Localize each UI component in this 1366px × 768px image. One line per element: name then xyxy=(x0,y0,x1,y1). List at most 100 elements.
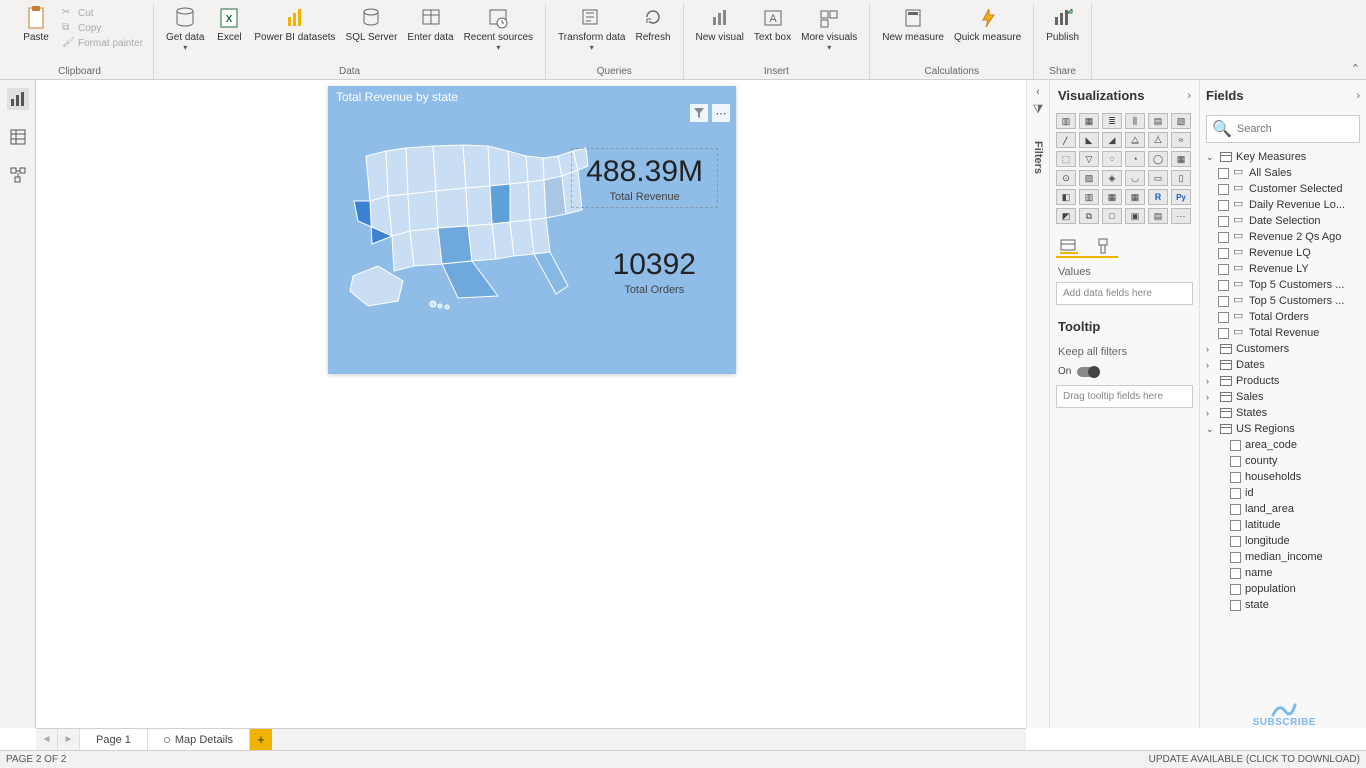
visual-more-icon[interactable]: ⋯ xyxy=(712,104,730,122)
format-painter-button[interactable]: 🖌Format painter xyxy=(60,36,145,50)
format-tab-icon[interactable] xyxy=(1096,238,1114,254)
field-revenue-ly[interactable]: ▭Revenue LY xyxy=(1204,261,1362,277)
cut-button[interactable]: ✂Cut xyxy=(60,6,145,20)
viz-more[interactable]: ⋯ xyxy=(1171,208,1191,224)
table-customers[interactable]: ›Customers xyxy=(1204,341,1362,357)
field-households[interactable]: households xyxy=(1204,469,1362,485)
checkbox[interactable] xyxy=(1218,184,1229,195)
field-total-orders[interactable]: ▭Total Orders xyxy=(1204,309,1362,325)
checkbox[interactable] xyxy=(1230,472,1241,483)
checkbox[interactable] xyxy=(1218,232,1229,243)
viz-table[interactable]: ▦ xyxy=(1102,189,1122,205)
recent-sources-button[interactable]: Recent sources▾ xyxy=(460,4,537,65)
table-states[interactable]: ›States xyxy=(1204,405,1362,421)
checkbox[interactable] xyxy=(1218,168,1229,179)
checkbox[interactable] xyxy=(1218,328,1229,339)
checkbox[interactable] xyxy=(1218,280,1229,291)
checkbox[interactable] xyxy=(1230,504,1241,515)
checkbox[interactable] xyxy=(1230,456,1241,467)
field-customer-selected[interactable]: ▭Customer Selected xyxy=(1204,181,1362,197)
add-page-button[interactable]: + xyxy=(250,729,272,750)
field-top-5-customers-[interactable]: ▭Top 5 Customers ... xyxy=(1204,277,1362,293)
viz-line-col2[interactable]: ⧊ xyxy=(1148,132,1168,148)
map-visual[interactable]: Total Revenue by state ⋯ xyxy=(328,86,736,374)
field-population[interactable]: population xyxy=(1204,581,1362,597)
viz-py[interactable]: Py xyxy=(1171,189,1191,205)
viz-treemap[interactable]: ▦ xyxy=(1171,151,1191,167)
prev-page-button[interactable]: ◄ xyxy=(36,729,58,750)
tooltip-well[interactable]: Drag tooltip fields here xyxy=(1056,385,1193,408)
viz-matrix[interactable]: ▦ xyxy=(1125,189,1145,205)
viz-area[interactable]: ◣ xyxy=(1079,132,1099,148)
viz-funnel[interactable]: ▽ xyxy=(1079,151,1099,167)
paste-button[interactable]: Paste xyxy=(14,4,58,65)
viz-map[interactable]: ⊙ xyxy=(1056,170,1076,186)
viz-qa[interactable]: □ xyxy=(1102,208,1122,224)
checkbox[interactable] xyxy=(1230,440,1241,451)
orders-card[interactable]: 10392 Total Orders xyxy=(613,248,696,296)
text-box-button[interactable]: AText box xyxy=(750,4,795,65)
viz-clustered-col[interactable]: ⫼ xyxy=(1125,113,1145,129)
checkbox[interactable] xyxy=(1218,248,1229,259)
viz-decomp[interactable]: ⧉ xyxy=(1079,208,1099,224)
viz-kpi[interactable]: ◧ xyxy=(1056,189,1076,205)
viz-slicer[interactable]: ▥ xyxy=(1079,189,1099,205)
tab-page1[interactable]: Page 1 xyxy=(80,729,148,750)
collapse-ribbon-button[interactable]: ⌃ xyxy=(1351,62,1360,75)
field-date-selection[interactable]: ▭Date Selection xyxy=(1204,213,1362,229)
more-visuals-button[interactable]: More visuals▾ xyxy=(797,4,861,65)
keep-filters-toggle[interactable] xyxy=(1077,367,1099,377)
viz-narrative[interactable]: ▣ xyxy=(1125,208,1145,224)
checkbox[interactable] xyxy=(1218,296,1229,307)
new-visual-button[interactable]: New visual xyxy=(692,4,748,65)
field-all-sales[interactable]: ▭All Sales xyxy=(1204,165,1362,181)
search-input[interactable] xyxy=(1237,123,1366,135)
checkbox[interactable] xyxy=(1218,312,1229,323)
field-total-revenue[interactable]: ▭Total Revenue xyxy=(1204,325,1362,341)
revenue-card[interactable]: 488.39M Total Revenue xyxy=(571,148,718,208)
viz-ribbon[interactable]: ≈ xyxy=(1171,132,1191,148)
excel-button[interactable]: XExcel xyxy=(210,4,248,65)
viz-stacked-bar[interactable]: ▥ xyxy=(1056,113,1076,129)
transform-data-button[interactable]: Transform data▾ xyxy=(554,4,629,65)
model-view-button[interactable] xyxy=(7,164,29,186)
copy-button[interactable]: ⧉Copy xyxy=(60,21,145,35)
field-latitude[interactable]: latitude xyxy=(1204,517,1362,533)
field-daily-revenue-lo-[interactable]: ▭Daily Revenue Lo... xyxy=(1204,197,1362,213)
sql-button[interactable]: SQL Server xyxy=(342,4,402,65)
quick-measure-button[interactable]: Quick measure xyxy=(950,4,1025,65)
viz-donut[interactable]: ◯ xyxy=(1148,151,1168,167)
field-longitude[interactable]: longitude xyxy=(1204,533,1362,549)
viz-r[interactable]: R xyxy=(1148,189,1168,205)
viz-100-col[interactable]: ▧ xyxy=(1171,113,1191,129)
checkbox[interactable] xyxy=(1230,584,1241,595)
field-top-5-customers-[interactable]: ▭Top 5 Customers ... xyxy=(1204,293,1362,309)
checkbox[interactable] xyxy=(1218,200,1229,211)
new-measure-button[interactable]: New measure xyxy=(878,4,948,65)
field-id[interactable]: id xyxy=(1204,485,1362,501)
viz-scatter[interactable]: ⁘ xyxy=(1102,151,1122,167)
table-products[interactable]: ›Products xyxy=(1204,373,1362,389)
viz-clustered-bar[interactable]: ≣ xyxy=(1102,113,1122,129)
viz-stacked-col[interactable]: ▦ xyxy=(1079,113,1099,129)
expand-filters-button[interactable]: ‹ xyxy=(1027,80,1049,98)
fields-search[interactable]: 🔍 xyxy=(1206,115,1360,143)
collapse-vis-button[interactable]: › xyxy=(1187,90,1191,102)
table-sales[interactable]: ›Sales xyxy=(1204,389,1362,405)
checkbox[interactable] xyxy=(1218,264,1229,275)
publish-button[interactable]: Publish xyxy=(1042,4,1083,65)
fields-tab-icon[interactable] xyxy=(1060,238,1078,254)
viz-key-inf[interactable]: ◩ xyxy=(1056,208,1076,224)
viz-stacked-area[interactable]: ◢ xyxy=(1102,132,1122,148)
viz-paginated[interactable]: ▤ xyxy=(1148,208,1168,224)
field-revenue-lq[interactable]: ▭Revenue LQ xyxy=(1204,245,1362,261)
field-median-income[interactable]: median_income xyxy=(1204,549,1362,565)
viz-card[interactable]: ▭ xyxy=(1148,170,1168,186)
checkbox[interactable] xyxy=(1230,488,1241,499)
field-area-code[interactable]: area_code xyxy=(1204,437,1362,453)
checkbox[interactable] xyxy=(1230,520,1241,531)
visual-filter-icon[interactable] xyxy=(690,104,708,122)
field-state[interactable]: state xyxy=(1204,597,1362,613)
viz-line-col[interactable]: ⧋ xyxy=(1125,132,1145,148)
viz-gauge[interactable]: ◡ xyxy=(1125,170,1145,186)
